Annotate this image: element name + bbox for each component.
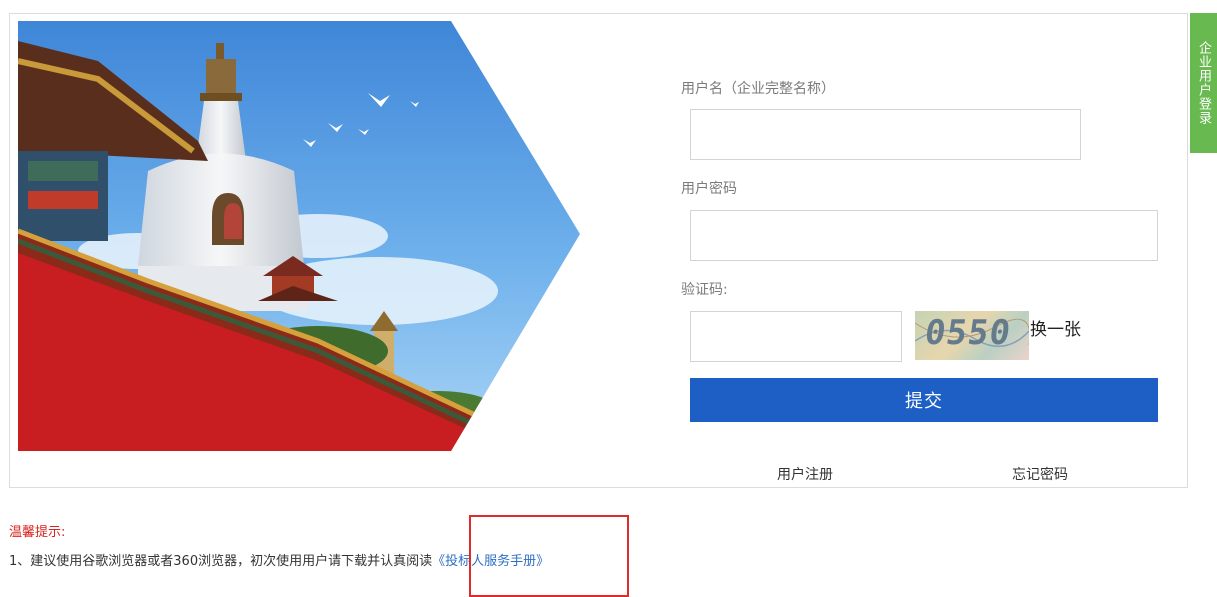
login-panel: 用户名（企业完整名称） 用户密码 验证码: 0550 换一张 提交 用户注册 忘… [9,13,1188,488]
register-link[interactable]: 用户注册 [777,464,833,484]
tips-line-1: 1、建议使用谷歌浏览器或者360浏览器，初次使用用户请下载并认真阅读《投标人服务… [9,550,549,569]
password-input[interactable] [690,210,1158,261]
captcha-label: 验证码: [681,282,728,298]
username-input[interactable] [690,109,1081,160]
username-label: 用户名（企业完整名称） [681,81,835,97]
password-label: 用户密码 [681,181,737,197]
forgot-password-link[interactable]: 忘记密码 [1012,464,1068,484]
beihai-white-pagoda-banner [18,21,580,451]
tips-title: 温馨提示: [9,525,66,540]
service-manual-link[interactable]: 《投标人服务手册》 [432,554,549,569]
refresh-captcha-link[interactable]: 换一张 [1030,315,1081,340]
tips-line-1-text: 1、建议使用谷歌浏览器或者360浏览器，初次使用用户请下载并认真阅读 [9,554,433,569]
captcha-image[interactable]: 0550 [915,311,1029,360]
submit-button[interactable]: 提交 [690,378,1158,422]
enterprise-login-tab[interactable]: 企业用户登录 [1190,13,1217,153]
captcha-input[interactable] [690,311,902,362]
captcha-text: 0550 [922,313,1014,353]
